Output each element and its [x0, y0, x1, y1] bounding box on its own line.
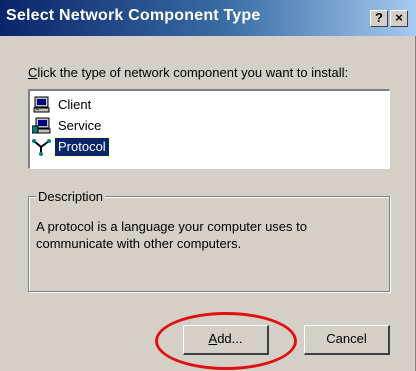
list-item-service[interactable]: Service [31, 115, 104, 136]
protocol-network-icon [32, 138, 52, 156]
instruction-text: lick the type of network component you w… [37, 65, 349, 80]
description-legend: Description [36, 189, 106, 204]
instruction-accelerator: C [28, 65, 38, 80]
help-button[interactable]: ? [370, 10, 388, 27]
cancel-button[interactable]: Cancel [304, 325, 390, 355]
service-computer-icon [31, 117, 52, 135]
description-text: A protocol is a language your computer u… [36, 219, 307, 251]
list-item-label: Service [58, 117, 102, 133]
client-computer-icon [32, 96, 52, 114]
window-title: Select Network Component Type [6, 7, 261, 24]
list-item-label: Client [58, 96, 92, 112]
list-item-protocol[interactable]: Protocol [32, 136, 110, 157]
list-item-label: Protocol [54, 136, 110, 157]
select-network-component-dialog: Select Network Component Type ? × Click … [0, 0, 416, 371]
highlight-circle [155, 312, 297, 370]
list-item-client[interactable]: Client [32, 94, 94, 115]
title-bar[interactable]: Select Network Component Type ? × [0, 0, 416, 36]
instruction-label: Click the type of network component you … [28, 65, 348, 80]
component-type-list[interactable]: Client Service Protocol [28, 89, 390, 169]
close-button[interactable]: × [390, 10, 408, 27]
